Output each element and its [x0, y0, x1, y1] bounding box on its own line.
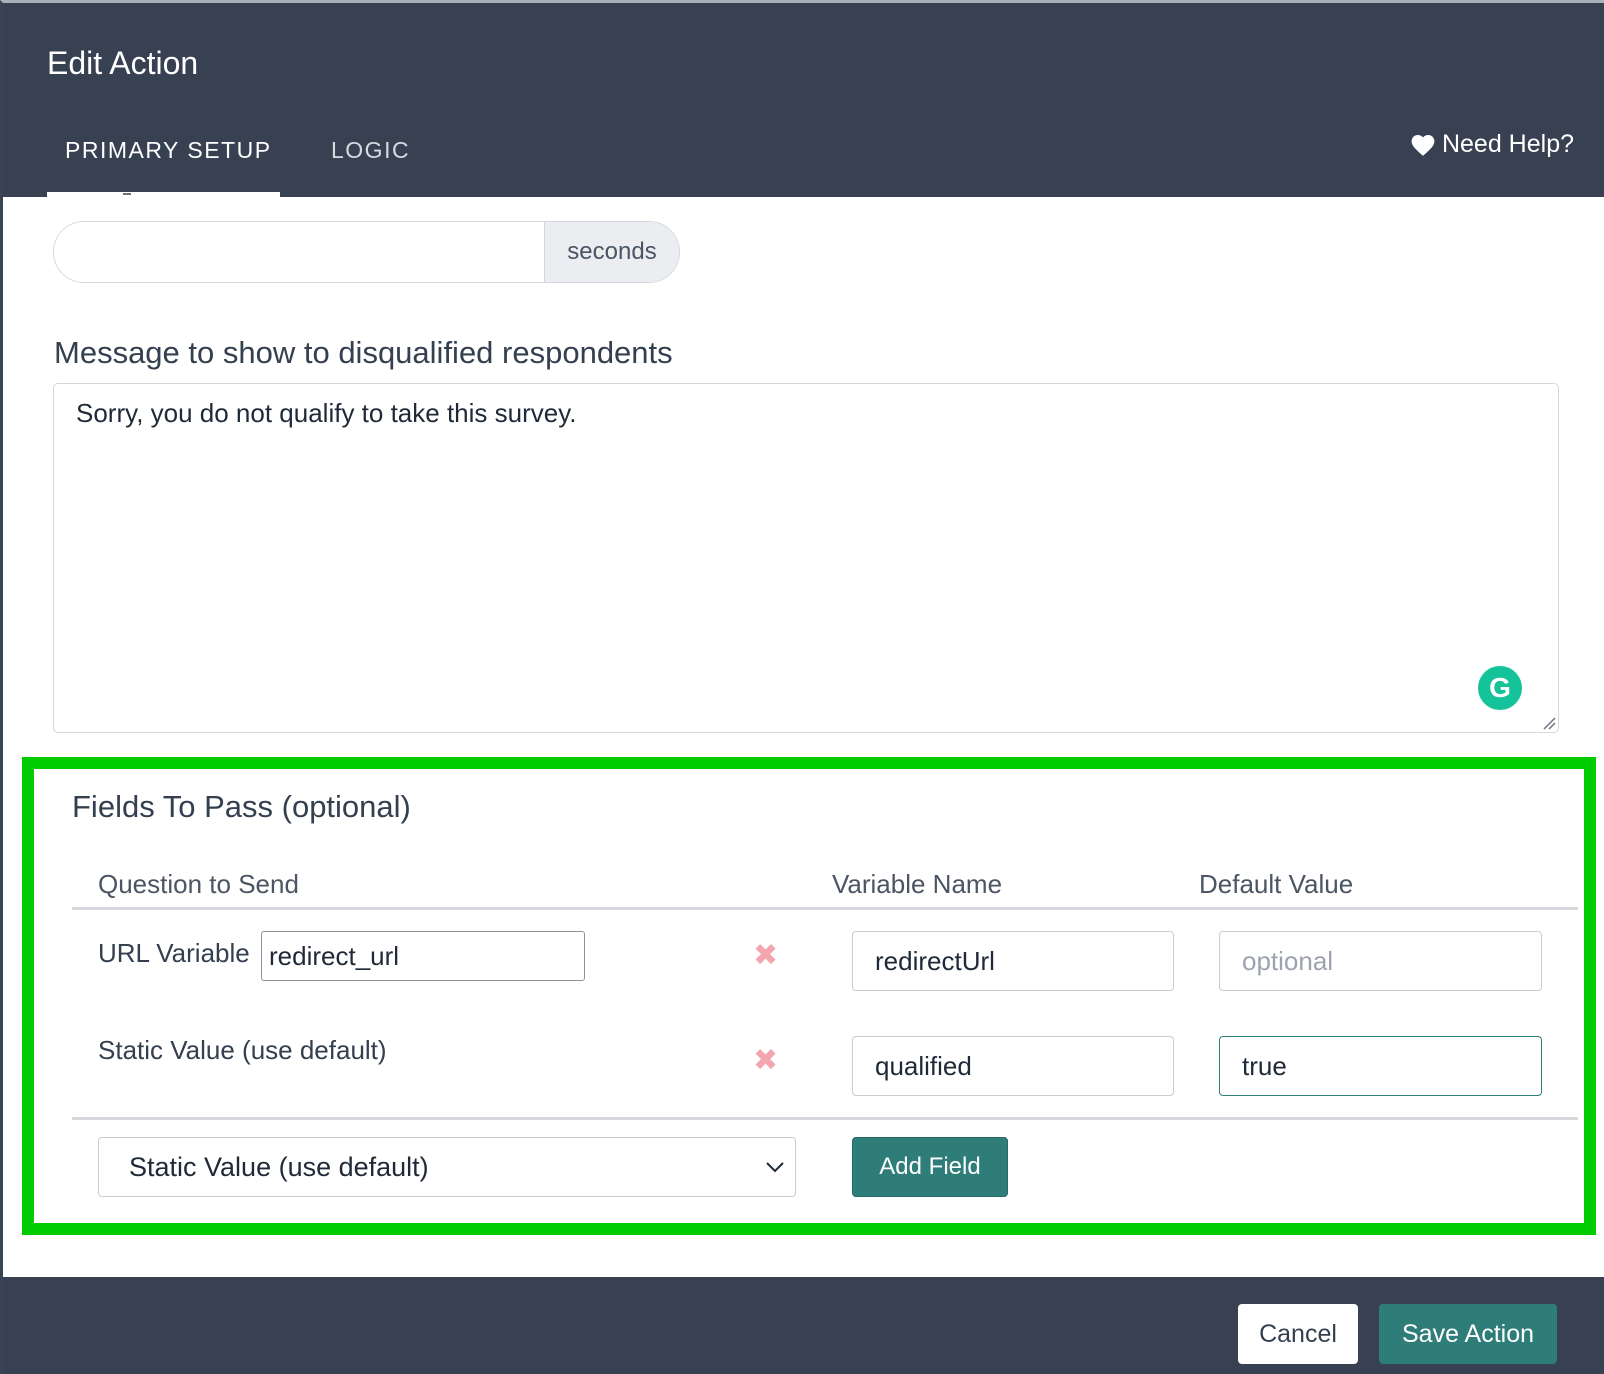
need-help-label: Need Help? [1441, 130, 1574, 158]
delay-input-group: seconds [53, 221, 680, 283]
chevron-down-icon [766, 1162, 784, 1173]
grammarly-icon[interactable]: G [1478, 666, 1522, 710]
row-question-label: Static Value (use default) [98, 1035, 387, 1065]
modal-body[interactable]: seconds Message to show to disqualified … [3, 193, 1604, 1277]
url-variable-input[interactable]: redirect_url [261, 931, 585, 981]
modal-header: Edit Action PRIMARY SETUP LOGIC Need Hel… [3, 3, 1604, 197]
modal-footer: Cancel Save Action [3, 1277, 1604, 1374]
add-field-button[interactable]: Add Field [852, 1137, 1008, 1197]
cancel-button[interactable]: Cancel [1238, 1304, 1358, 1364]
delay-input[interactable] [54, 222, 544, 282]
column-default-value: Default Value [1199, 869, 1354, 899]
resize-handle-icon[interactable] [1540, 714, 1556, 730]
remove-field-icon[interactable]: ✖ [753, 1046, 778, 1076]
table-header-divider [72, 907, 1578, 910]
disqualified-message-label: Message to show to disqualified responde… [54, 335, 673, 370]
tab-logic[interactable]: LOGIC [331, 137, 410, 164]
table-footer-divider [72, 1117, 1578, 1120]
save-action-button[interactable]: Save Action [1379, 1304, 1557, 1364]
remove-field-icon[interactable]: ✖ [753, 941, 778, 971]
row-question-label: URL Variable [98, 938, 250, 968]
new-field-type-select[interactable]: Static Value (use default) [98, 1137, 796, 1197]
variable-name-input[interactable]: redirectUrl [852, 931, 1174, 991]
modal-title: Edit Action [47, 45, 199, 81]
tab-primary-setup[interactable]: PRIMARY SETUP [65, 137, 272, 164]
delay-label-cropped [93, 189, 153, 203]
need-help-link[interactable]: Need Help? [1410, 130, 1574, 159]
delay-unit-addon: seconds [544, 222, 679, 282]
variable-name-input[interactable]: qualified [852, 1036, 1174, 1096]
default-value-input[interactable]: true [1219, 1036, 1542, 1096]
column-question-to-send: Question to Send [98, 869, 299, 899]
fields-to-pass-section: Fields To Pass (optional) Question to Se… [22, 757, 1596, 1235]
default-value-input[interactable]: optional [1219, 931, 1542, 991]
heart-icon [1411, 134, 1435, 156]
column-variable-name: Variable Name [832, 869, 1003, 899]
disqualified-message-textarea[interactable]: Sorry, you do not qualify to take this s… [53, 383, 1559, 733]
disqualified-message-text: Sorry, you do not qualify to take this s… [76, 398, 577, 428]
fields-to-pass-title: Fields To Pass (optional) [72, 789, 411, 824]
edit-action-modal: Edit Action PRIMARY SETUP LOGIC Need Hel… [0, 0, 1604, 1374]
new-field-type-value: Static Value (use default) [129, 1151, 429, 1182]
